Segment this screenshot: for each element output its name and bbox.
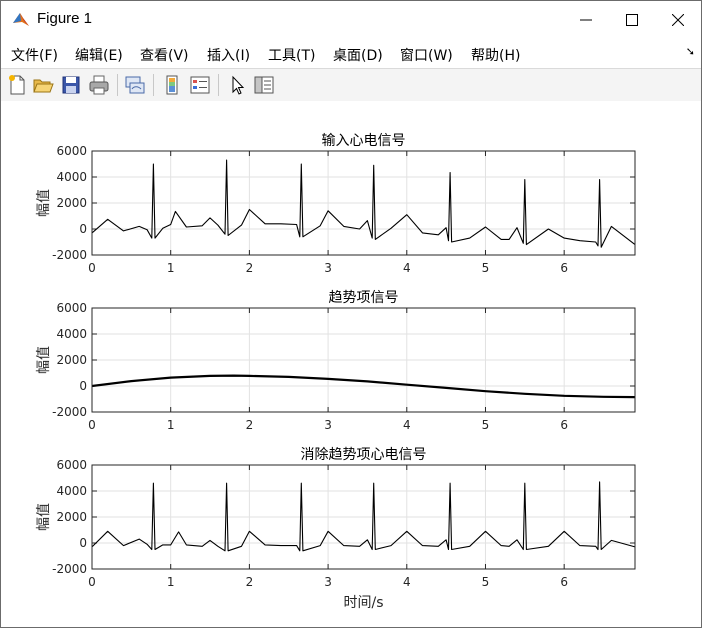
x-tick-label: 6 [560, 418, 568, 432]
y-axis-label: 幅值 [36, 189, 52, 217]
y-tick-label: -2000 [52, 562, 87, 576]
y-tick-label: -2000 [52, 405, 87, 419]
x-tick-label: 5 [482, 261, 490, 275]
chart-title: 消除趋势项心电信号 [301, 447, 427, 463]
legend-icon[interactable] [189, 74, 211, 96]
toolbar-separator [153, 74, 154, 96]
axes-panel-1: -200002000400060000 1 2 3 4 5 6输入心电信号幅值 [36, 133, 636, 275]
x-tick-label: 4 [403, 418, 411, 432]
colorbar-icon[interactable] [161, 74, 183, 96]
x-tick-label: 5 [482, 418, 490, 432]
y-tick-label: -2000 [52, 248, 87, 262]
y-axis-label: 幅值 [36, 346, 52, 374]
close-button[interactable] [655, 1, 701, 39]
dock-arrow-icon[interactable]: ➘ [686, 45, 695, 58]
title-bar[interactable]: Figure 1 [1, 1, 701, 39]
minimize-button[interactable] [563, 1, 609, 39]
x-tick-label: 2 [246, 575, 254, 589]
x-tick-label: 4 [403, 261, 411, 275]
toolbar-separator [218, 74, 219, 96]
y-tick-label: 6000 [56, 301, 87, 315]
x-tick-label: 1 [167, 418, 175, 432]
y-tick-label: 4000 [56, 170, 87, 184]
x-tick-label: 2 [246, 418, 254, 432]
minimize-icon [580, 19, 592, 21]
close-icon [672, 14, 684, 26]
save-icon[interactable] [60, 74, 82, 96]
axes-panel-3: -200002000400060000 1 2 3 4 5 6消除趋势项心电信号幅值时间/s [36, 447, 636, 611]
x-tick-label: 1 [167, 575, 175, 589]
y-axis-label: 幅值 [36, 503, 52, 531]
menu-bar: 文件(F) 编辑(E) 查看(V) 插入(I) 工具(T) 桌面(D) 窗口(W… [1, 39, 701, 67]
menu-edit[interactable]: 编辑(E) [75, 45, 123, 65]
x-tick-label: 6 [560, 261, 568, 275]
menu-help[interactable]: 帮助(H) [471, 45, 520, 65]
x-tick-label: 0 [88, 261, 96, 275]
y-tick-label: 4000 [56, 327, 87, 341]
x-tick-label: 3 [324, 575, 332, 589]
menu-insert[interactable]: 插入(I) [207, 45, 250, 65]
x-tick-label: 0 [88, 575, 96, 589]
axes-panel-2: -200002000400060000 1 2 3 4 5 6趋势项信号幅值 [36, 290, 636, 432]
maximize-icon [626, 14, 638, 26]
new-figure-icon[interactable] [6, 74, 28, 96]
x-tick-label: 3 [324, 261, 332, 275]
toolbar [1, 68, 701, 102]
menu-desktop[interactable]: 桌面(D) [333, 45, 383, 65]
matlab-logo-icon [13, 13, 29, 26]
y-tick-label: 0 [79, 379, 87, 393]
print-icon[interactable] [88, 74, 110, 96]
y-tick-label: 6000 [56, 144, 87, 158]
x-tick-label: 5 [482, 575, 490, 589]
y-tick-label: 2000 [56, 510, 87, 524]
toolbar-separator [117, 74, 118, 96]
open-file-icon[interactable] [32, 74, 54, 96]
y-tick-label: 0 [79, 222, 87, 236]
menu-window[interactable]: 窗口(W) [400, 45, 453, 65]
x-axis-label: 时间/s [343, 595, 383, 611]
y-tick-label: 2000 [56, 196, 87, 210]
x-tick-label: 2 [246, 261, 254, 275]
y-tick-label: 4000 [56, 484, 87, 498]
menu-view[interactable]: 查看(V) [140, 45, 189, 65]
charts-svg: -200002000400060000 1 2 3 4 5 6输入心电信号幅值-200002… [36, 133, 636, 611]
x-tick-label: 3 [324, 418, 332, 432]
x-tick-label: 4 [403, 575, 411, 589]
maximize-button[interactable] [609, 1, 655, 39]
x-tick-label: 0 [88, 418, 96, 432]
y-tick-label: 6000 [56, 458, 87, 472]
y-tick-label: 0 [79, 536, 87, 550]
menu-tools[interactable]: 工具(T) [268, 45, 315, 65]
window-title: Figure 1 [37, 10, 93, 27]
chart-title: 输入心电信号 [322, 133, 406, 149]
y-tick-label: 2000 [56, 353, 87, 367]
menu-file[interactable]: 文件(F) [11, 45, 58, 65]
chart-title: 趋势项信号 [329, 290, 399, 306]
link-plot-icon[interactable] [124, 74, 146, 96]
figure-window: Figure 1 文件(F) 编辑(E) 查看(V) 插入(I) 工具(T) 桌… [0, 0, 702, 628]
figure-canvas: -2000 0 2000 4000 6000 0 1 2 3 4 5 6 输入心电信号 幅值 -2000 0 2… [1, 101, 701, 627]
pointer-icon[interactable] [226, 74, 248, 96]
property-inspector-icon[interactable] [253, 74, 275, 96]
x-tick-label: 6 [560, 575, 568, 589]
x-tick-label: 1 [167, 261, 175, 275]
